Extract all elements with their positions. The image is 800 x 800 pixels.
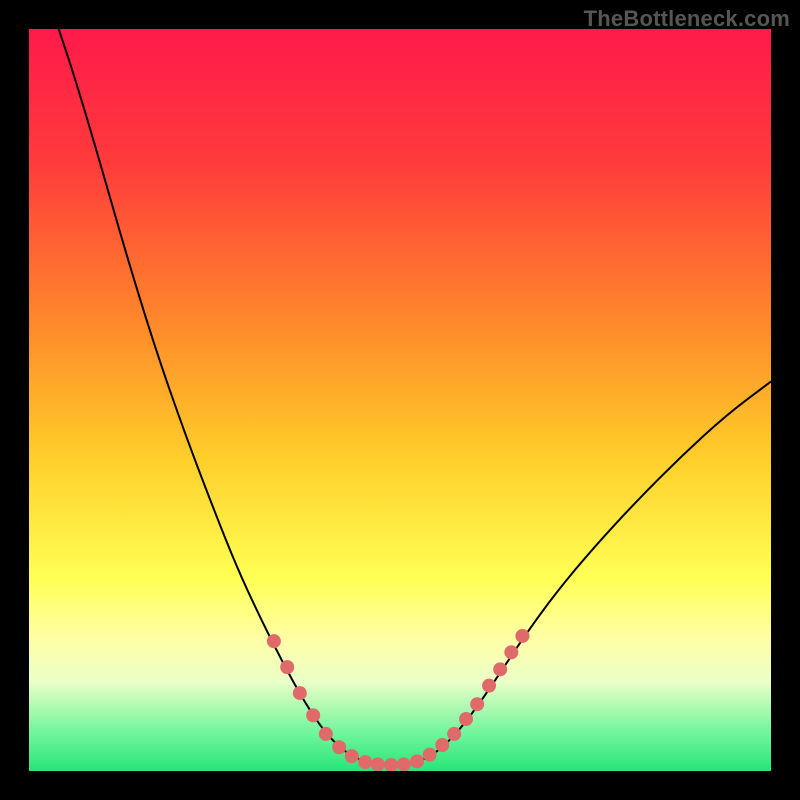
data-marker — [345, 749, 359, 763]
data-marker — [515, 629, 529, 643]
chart-svg — [29, 29, 771, 771]
data-marker — [371, 757, 385, 771]
chart-plot-area — [29, 29, 771, 771]
data-marker — [410, 754, 424, 768]
data-marker — [470, 697, 484, 711]
data-marker — [482, 679, 496, 693]
watermark-text: TheBottleneck.com — [584, 6, 790, 32]
data-marker — [293, 686, 307, 700]
data-marker — [423, 748, 437, 762]
data-marker — [267, 634, 281, 648]
chart-frame: TheBottleneck.com — [0, 0, 800, 800]
data-marker — [493, 662, 507, 676]
data-marker — [504, 645, 518, 659]
data-marker — [397, 757, 411, 771]
gradient-background — [29, 29, 771, 771]
data-marker — [358, 755, 372, 769]
data-marker — [306, 708, 320, 722]
data-marker — [435, 738, 449, 752]
data-marker — [332, 740, 346, 754]
data-marker — [280, 660, 294, 674]
data-marker — [459, 712, 473, 726]
data-marker — [447, 727, 461, 741]
data-marker — [319, 727, 333, 741]
